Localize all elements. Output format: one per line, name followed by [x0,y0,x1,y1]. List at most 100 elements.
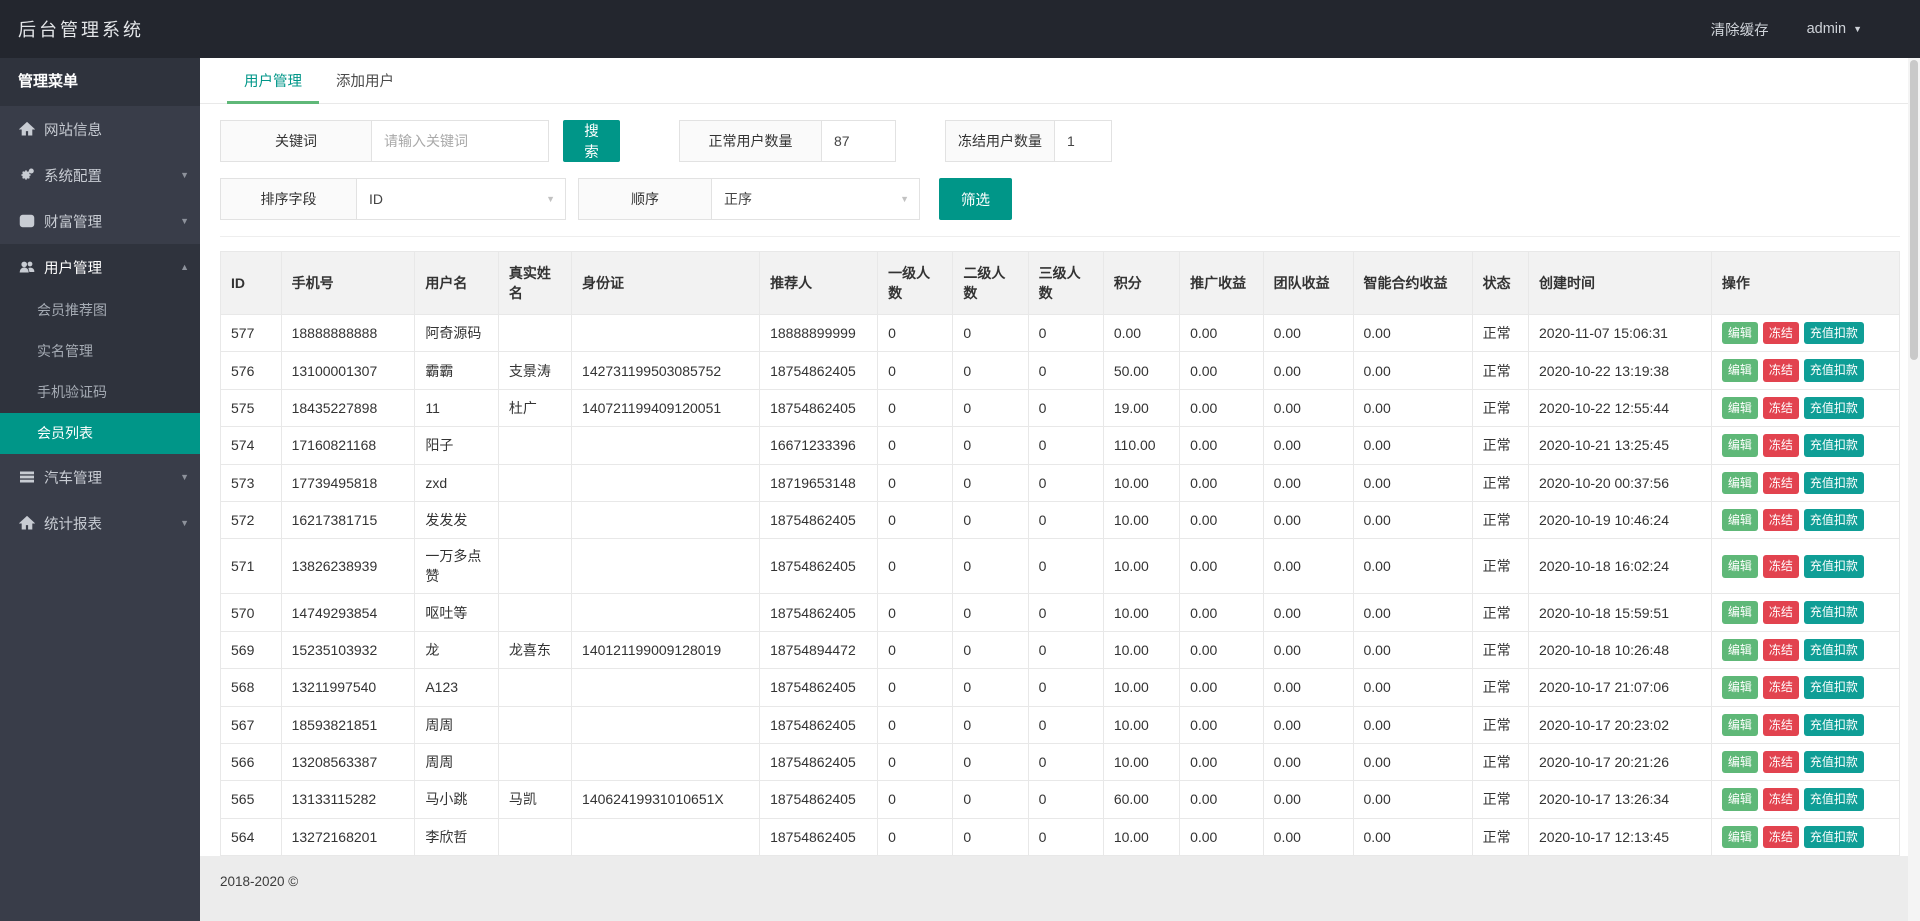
table-cell: 569 [221,631,282,668]
search-button[interactable]: 搜索 [563,120,620,162]
recharge-deduct-button[interactable]: 充值扣款 [1804,676,1864,698]
divider [220,236,1900,237]
column-header: 推广收益 [1180,252,1264,315]
freeze-button[interactable]: 冻结 [1763,555,1799,577]
sidebar-item-label: 网站信息 [44,119,102,140]
freeze-button[interactable]: 冻结 [1763,434,1799,456]
sidebar-subitem[interactable]: 手机验证码 [0,372,200,413]
filter-button[interactable]: 筛选 [939,178,1012,220]
table-cell: 10.00 [1103,818,1179,855]
freeze-button[interactable]: 冻结 [1763,639,1799,661]
recharge-deduct-button[interactable]: 充值扣款 [1804,359,1864,381]
freeze-button[interactable]: 冻结 [1763,322,1799,344]
sidebar-item[interactable]: 系统配置▼ [0,152,200,198]
table-cell: 霸霸 [415,352,499,389]
recharge-deduct-button[interactable]: 充值扣款 [1804,555,1864,577]
table-cell: 周周 [415,706,499,743]
table-cell [572,427,760,464]
table-row: 57216217381715发发发1875486240500010.000.00… [221,501,1900,538]
edit-button[interactable]: 编辑 [1722,826,1758,848]
table-cell: 0 [953,539,1028,594]
table-cell: 0.00 [1263,464,1353,501]
sidebar-subitem[interactable]: 实名管理 [0,331,200,372]
sidebar-subitem[interactable]: 会员列表 [0,413,200,454]
freeze-button[interactable]: 冻结 [1763,714,1799,736]
table-cell: 0.00 [1353,315,1472,352]
table-cell: 574 [221,427,282,464]
edit-button[interactable]: 编辑 [1722,676,1758,698]
edit-button[interactable]: 编辑 [1722,322,1758,344]
table-cell: 60.00 [1103,781,1179,818]
edit-button[interactable]: 编辑 [1722,472,1758,494]
freeze-button[interactable]: 冻结 [1763,601,1799,623]
edit-button[interactable]: 编辑 [1722,434,1758,456]
table-cell: 0.00 [1180,743,1264,780]
edit-button[interactable]: 编辑 [1722,397,1758,419]
table-cell: 0 [1028,315,1103,352]
recharge-deduct-button[interactable]: 充值扣款 [1804,601,1864,623]
sidebar-item[interactable]: 网站信息 [0,106,200,152]
table-cell: 0 [878,352,953,389]
recharge-deduct-button[interactable]: 充值扣款 [1804,788,1864,810]
vertical-scrollbar[interactable] [1908,58,1920,921]
sidebar-item[interactable]: 统计报表▼ [0,500,200,546]
sidebar-item[interactable]: 用户管理▲ [0,244,200,290]
edit-button[interactable]: 编辑 [1722,751,1758,773]
clear-cache-button[interactable]: 清除缓存 [1711,19,1769,40]
recharge-deduct-button[interactable]: 充值扣款 [1804,472,1864,494]
sidebar-item[interactable]: 汽车管理▼ [0,454,200,500]
user-menu[interactable]: admin ▼ [1807,21,1862,37]
table-cell [498,669,571,706]
table-cell: 14062419931010651X [572,781,760,818]
order-select[interactable]: 正序 ▼ [712,178,920,220]
frozen-count-label: 冻结用户数量 [945,120,1055,162]
sidebar-subitem[interactable]: 会员推荐图 [0,290,200,331]
table-cell: 0 [953,352,1028,389]
freeze-button[interactable]: 冻结 [1763,788,1799,810]
tab-user-management[interactable]: 用户管理 [227,58,319,103]
edit-button[interactable]: 编辑 [1722,601,1758,623]
table-cell: 568 [221,669,282,706]
recharge-deduct-button[interactable]: 充值扣款 [1804,509,1864,531]
freeze-button[interactable]: 冻结 [1763,751,1799,773]
freeze-button[interactable]: 冻结 [1763,826,1799,848]
table-cell: 0 [953,427,1028,464]
edit-button[interactable]: 编辑 [1722,714,1758,736]
sidebar-item[interactable]: 财富管理▼ [0,198,200,244]
table-cell: 2020-11-07 15:06:31 [1529,315,1712,352]
table-cell: 0 [878,631,953,668]
chevron-down-icon: ▼ [180,518,189,528]
table-cell: 10.00 [1103,743,1179,780]
table-cell: 0 [1028,539,1103,594]
edit-button[interactable]: 编辑 [1722,788,1758,810]
edit-button[interactable]: 编辑 [1722,555,1758,577]
edit-button[interactable]: 编辑 [1722,639,1758,661]
edit-button[interactable]: 编辑 [1722,359,1758,381]
freeze-button[interactable]: 冻结 [1763,509,1799,531]
recharge-deduct-button[interactable]: 充值扣款 [1804,714,1864,736]
recharge-deduct-button[interactable]: 充值扣款 [1804,322,1864,344]
recharge-deduct-button[interactable]: 充值扣款 [1804,826,1864,848]
freeze-button[interactable]: 冻结 [1763,676,1799,698]
tab-add-user[interactable]: 添加用户 [319,58,411,103]
recharge-deduct-button[interactable]: 充值扣款 [1804,397,1864,419]
table-cell: 0.00 [1180,669,1264,706]
freeze-button[interactable]: 冻结 [1763,397,1799,419]
table-cell: 2020-10-17 12:13:45 [1529,818,1712,855]
table-cell: 13133115282 [281,781,415,818]
table-cell: 10.00 [1103,669,1179,706]
sort-field-label: 排序字段 [220,178,357,220]
keyword-input[interactable] [384,133,536,149]
table-cell: 0 [878,427,953,464]
freeze-button[interactable]: 冻结 [1763,359,1799,381]
recharge-deduct-button[interactable]: 充值扣款 [1804,434,1864,456]
scrollbar-thumb[interactable] [1910,60,1918,360]
freeze-button[interactable]: 冻结 [1763,472,1799,494]
recharge-deduct-button[interactable]: 充值扣款 [1804,751,1864,773]
table-cell: 2020-10-17 13:26:34 [1529,781,1712,818]
recharge-deduct-button[interactable]: 充值扣款 [1804,639,1864,661]
table-row: 56613208563387周周1875486240500010.000.000… [221,743,1900,780]
edit-button[interactable]: 编辑 [1722,509,1758,531]
table-cell: 0 [1028,818,1103,855]
sort-field-select[interactable]: ID ▼ [357,178,566,220]
